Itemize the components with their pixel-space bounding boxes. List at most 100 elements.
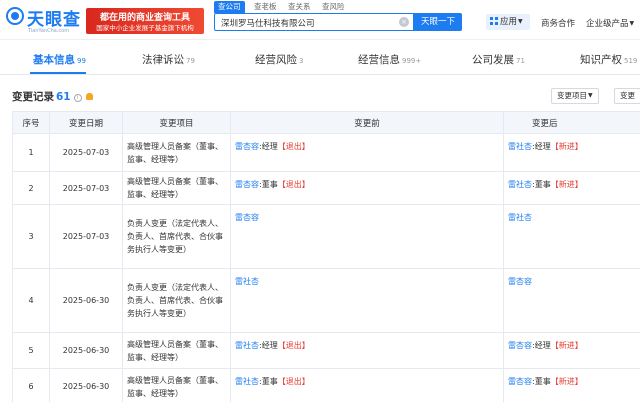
tab-count: 3 [299, 57, 304, 65]
person-link[interactable]: 雷杏容 [235, 180, 259, 189]
column-header-no: 序号 [12, 111, 50, 134]
row-date: 2025-07-03 [49, 204, 123, 269]
tab-legal[interactable]: 法律诉讼 79 [142, 52, 195, 67]
company-tabbar: 基本信息 99 法律诉讼 79 经营风险 3 经营信息 999+ 公司发展 71 知识产权… [0, 41, 640, 75]
person-link[interactable]: 雷杏容 [508, 277, 532, 286]
clear-icon[interactable]: × [399, 17, 409, 27]
nav-business-cooperation[interactable]: 商务合作 [541, 17, 575, 29]
row-date: 2025-06-30 [49, 268, 123, 333]
tab-label: 基本信息 [33, 54, 75, 66]
apps-label: 应用 [500, 17, 518, 27]
apps-menu[interactable]: 应用▼ [486, 14, 530, 30]
table-row: 2 2025-07-03 高级管理人员备案（董事、监事、经理等） 雷杏容:董事【… [12, 171, 640, 205]
table-row: 3 2025-07-03 负责人变更（法定代表人、负责人、首席代表、合伙事务执行… [12, 204, 640, 269]
search-tab-relation[interactable]: 查关系 [288, 1, 311, 13]
row-change-item: 高级管理人员备案（董事、监事、经理等） [122, 171, 231, 205]
exit-tag: 【退出】 [277, 341, 310, 350]
exit-tag: 【退出】 [277, 142, 310, 151]
person-link[interactable]: 雷杏容 [508, 341, 532, 350]
top-header: 天眼查 TianYanCha.com 都在用的商业查询工具 国家中小企业发展子基… [0, 0, 640, 40]
search-tab-risk[interactable]: 查风险 [322, 1, 345, 13]
section-title: 变更记录 61 i [12, 89, 93, 104]
row-date: 2025-06-30 [49, 332, 123, 369]
search-tab-boss[interactable]: 查老板 [254, 1, 277, 13]
tab-label: 经营信息 [358, 54, 400, 66]
exit-tag: 【退出】 [277, 180, 310, 189]
grid-icon [490, 17, 498, 25]
tab-label: 知识产权 [580, 54, 622, 66]
tab-count: 71 [516, 57, 525, 65]
new-tag: 【新进】 [550, 341, 583, 350]
tab-basic-info[interactable]: 基本信息 99 [33, 52, 86, 67]
person-link[interactable]: 雷社杏 [235, 377, 259, 386]
tab-count: 999+ [402, 57, 422, 65]
tab-count: 79 [186, 57, 195, 65]
row-change-item: 负责人变更（法定代表人、负责人、首席代表、合伙事务执行人等变更） [122, 204, 231, 269]
search-input-value: 深圳罗马仕科技有限公司 [221, 19, 315, 29]
person-link[interactable]: 雷社杏 [508, 180, 532, 189]
row-date: 2025-06-30 [49, 368, 123, 402]
filter-change-date[interactable]: 变更 [614, 88, 640, 104]
column-header-date: 变更日期 [49, 111, 123, 134]
person-link[interactable]: 雷社杏 [508, 213, 532, 222]
row-number: 1 [12, 133, 50, 172]
logo-subtext: TianYanCha.com [28, 28, 70, 34]
tab-count: 99 [77, 57, 86, 65]
role-text: :经理 [532, 142, 551, 151]
row-after: 雷社杏 [503, 204, 640, 269]
info-icon[interactable]: i [73, 94, 82, 102]
role-text: :经理 [259, 341, 278, 350]
logo-text: 天眼查 [27, 10, 81, 30]
tab-business-info[interactable]: 经营信息 999+ [358, 52, 421, 67]
row-change-item: 高级管理人员备案（董事、监事、经理等） [122, 368, 231, 402]
table-row: 5 2025-06-30 高级管理人员备案（董事、监事、经理等） 雷社杏:经理【… [12, 332, 640, 369]
person-link[interactable]: 雷社杏 [235, 277, 259, 286]
tab-intellectual-property[interactable]: 知识产权 519 [580, 52, 637, 67]
person-link[interactable]: 雷杏容 [235, 213, 259, 222]
bell-icon[interactable] [85, 93, 93, 100]
row-after: 雷杏容 [503, 268, 640, 333]
section-title-text: 变更记录 [12, 91, 54, 103]
row-number: 2 [12, 171, 50, 205]
section-count: 61 [56, 91, 71, 103]
search-tab-company[interactable]: 查公司 [214, 1, 245, 13]
logo[interactable]: 天眼查 TianYanCha.com [6, 4, 82, 36]
role-text: :经理 [259, 142, 278, 151]
tab-company-development[interactable]: 公司发展 71 [472, 52, 525, 67]
row-before: 雷社杏 [230, 268, 504, 333]
row-number: 4 [12, 268, 50, 333]
change-records-table: 序号 变更日期 变更项目 变更前 变更后 1 2025-07-03 高级管理人员… [12, 111, 640, 402]
tab-count: 519 [624, 57, 638, 65]
role-text: :董事 [259, 377, 278, 386]
filter-label: 变更项目 [557, 91, 587, 100]
nav-enterprise-products[interactable]: 企业级产品▼ [586, 17, 634, 29]
exit-tag: 【退出】 [277, 377, 310, 386]
tab-business-risk[interactable]: 经营风险 3 [255, 52, 303, 67]
filter-change-item[interactable]: 变更项目▼ [551, 88, 599, 104]
chevron-down-icon: ▼ [518, 18, 523, 25]
ad-banner[interactable]: 都在用的商业查询工具 国家中小企业发展子基金旗下机构 [86, 8, 204, 34]
row-number: 5 [12, 332, 50, 369]
row-before: 雷杏容 [230, 204, 504, 269]
new-tag: 【新进】 [550, 180, 583, 189]
person-link[interactable]: 雷社杏 [508, 142, 532, 151]
tab-label: 公司发展 [472, 54, 514, 66]
column-header-item: 变更项目 [122, 111, 231, 134]
person-link[interactable]: 雷杏容 [508, 377, 532, 386]
row-change-item: 负责人变更（法定代表人、负责人、首席代表、合伙事务执行人等变更） [122, 268, 231, 333]
person-link[interactable]: 雷社杏 [235, 341, 259, 350]
row-after: 雷社杏:董事【新进】 [503, 171, 640, 205]
row-change-item: 高级管理人员备案（董事、监事、经理等） [122, 133, 231, 172]
role-text: :董事 [532, 180, 551, 189]
person-link[interactable]: 雷杏容 [235, 142, 259, 151]
chevron-down-icon: ▼ [629, 20, 635, 27]
search-input[interactable]: 深圳罗马仕科技有限公司 × [214, 13, 414, 31]
search-button[interactable]: 天眼一下 [414, 13, 462, 31]
tab-label: 法律诉讼 [142, 54, 184, 66]
table-row: 4 2025-06-30 负责人变更（法定代表人、负责人、首席代表、合伙事务执行… [12, 268, 640, 333]
active-tab-indicator [30, 72, 86, 74]
row-change-item: 高级管理人员备案（董事、监事、经理等） [122, 332, 231, 369]
row-before: 雷杏容:经理【退出】 [230, 133, 504, 172]
table-row: 6 2025-06-30 高级管理人员备案（董事、监事、经理等） 雷社杏:董事【… [12, 368, 640, 402]
row-number: 6 [12, 368, 50, 402]
